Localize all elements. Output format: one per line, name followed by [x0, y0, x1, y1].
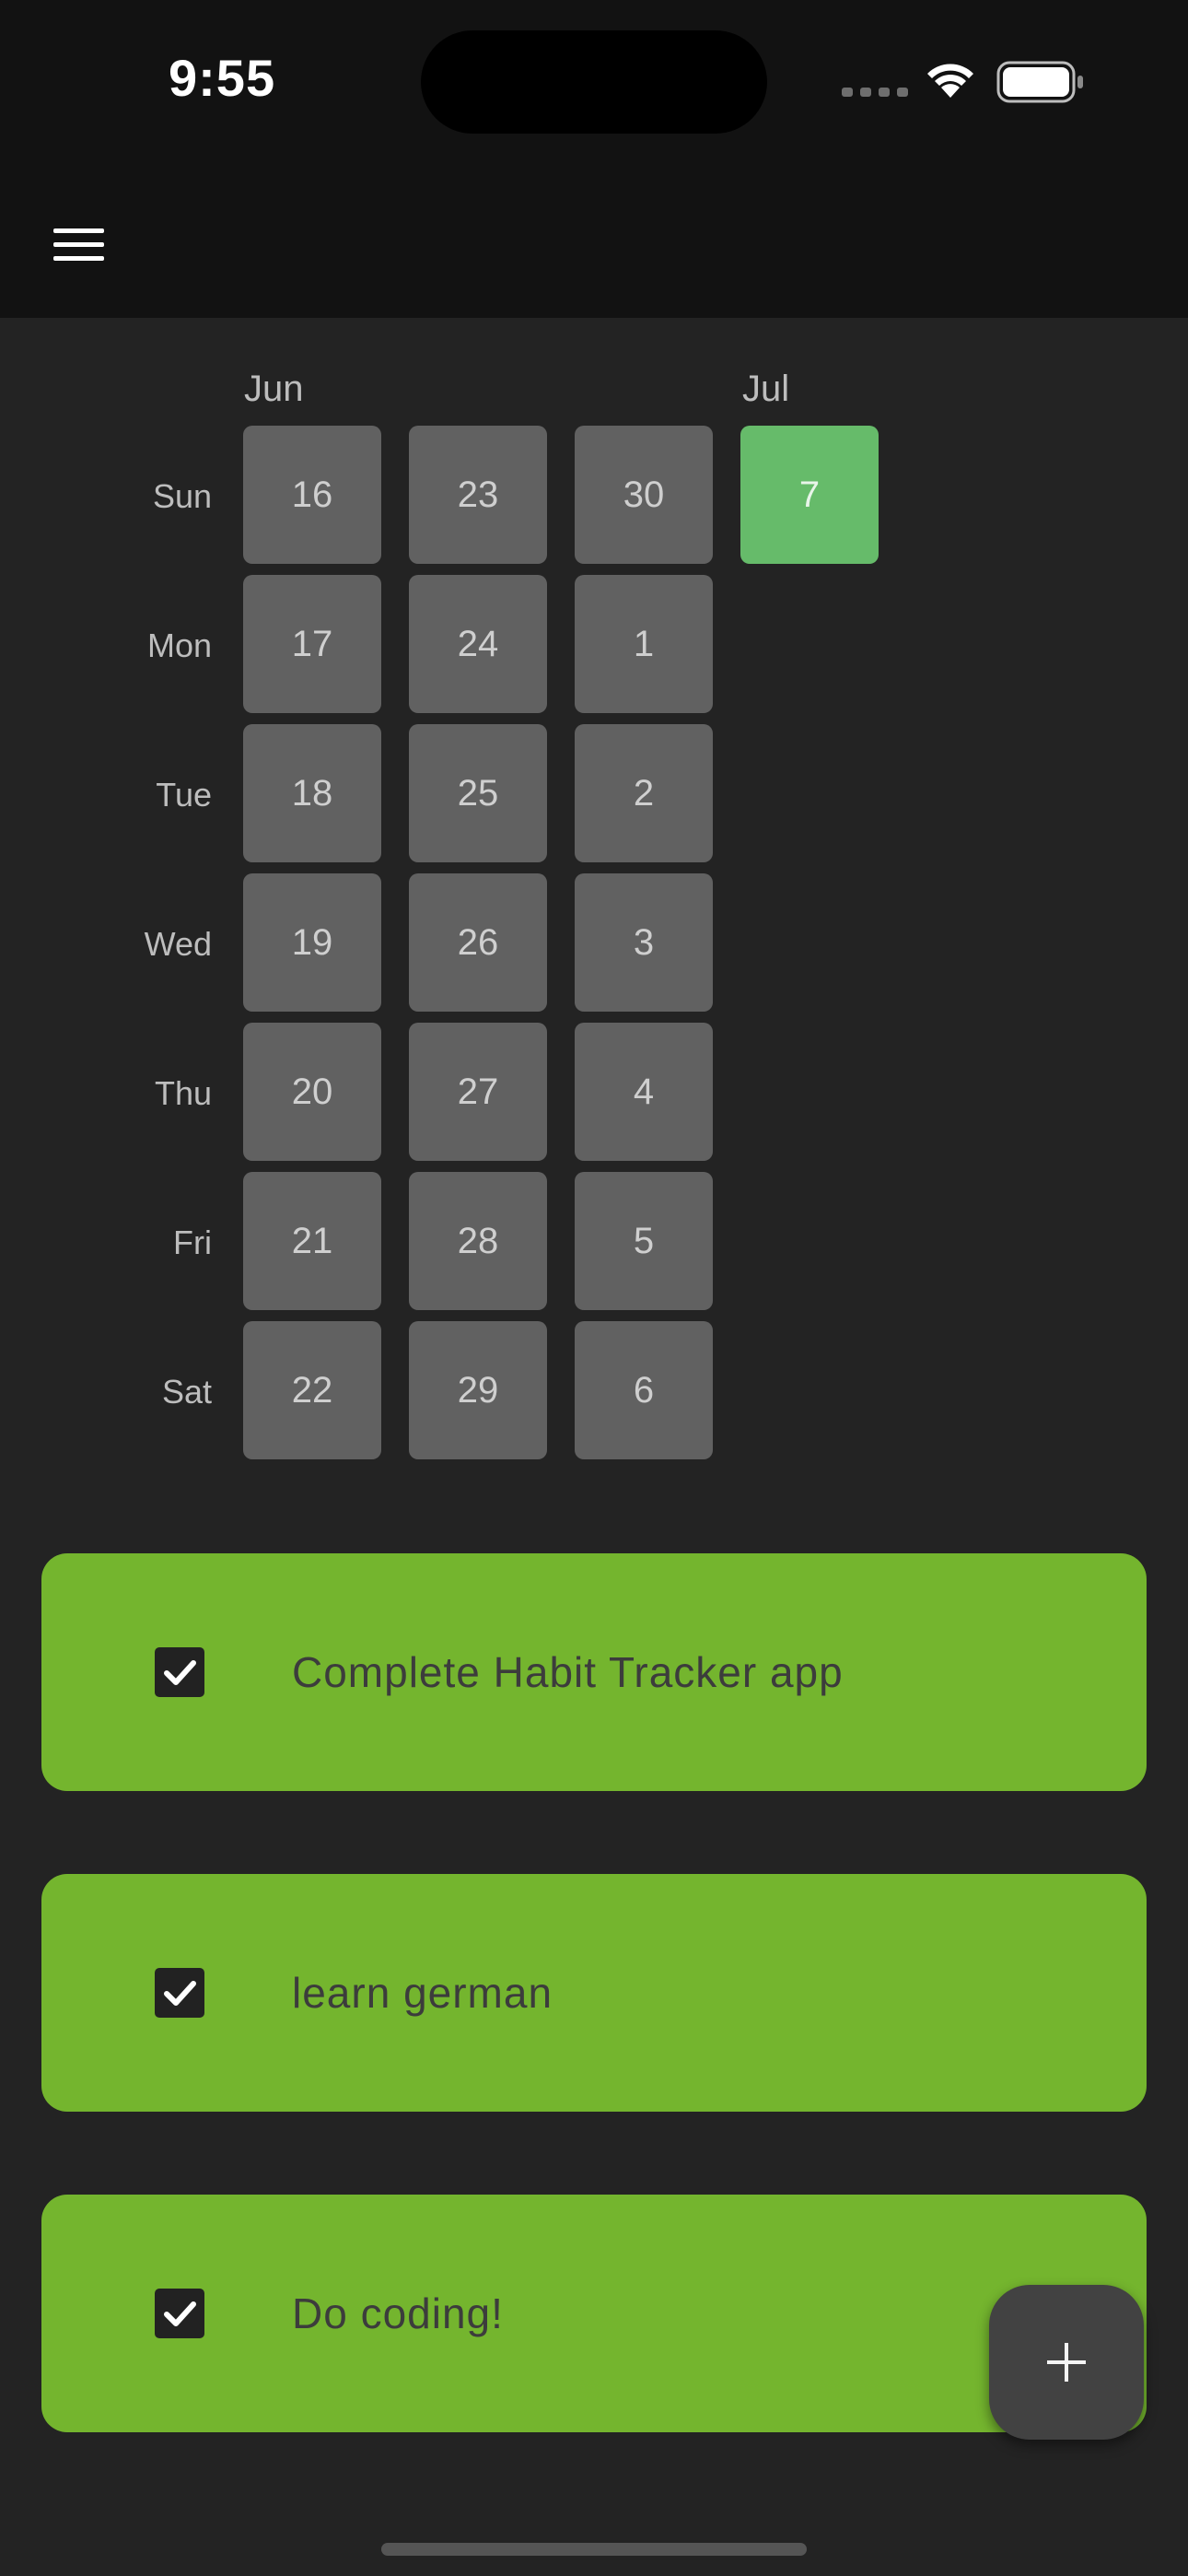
habit-tile[interactable]: Do coding!: [41, 2195, 1147, 2432]
heatmap-day-cell: 7: [740, 426, 879, 564]
check-icon: [164, 1981, 196, 2006]
home-indicator: [381, 2543, 807, 2556]
heatmap-day-cell: 17: [243, 575, 381, 713]
heatmap-day-cell: 16: [243, 426, 381, 564]
battery-icon: [996, 61, 1083, 103]
heatmap-day-cell: 29: [409, 1321, 547, 1459]
habit-name: Complete Habit Tracker app: [292, 1648, 844, 1696]
month-label: Jun: [244, 369, 304, 409]
heatmap-day-cell: 4: [575, 1023, 713, 1161]
signal-icon: [842, 88, 908, 97]
weekday-label: Thu: [154, 1074, 212, 1112]
habit-name: learn german: [292, 1969, 553, 2017]
heatmap-day-cell: 6: [575, 1321, 713, 1459]
status-bar: 9:55: [0, 0, 1188, 157]
habit-name: Do coding!: [292, 2289, 504, 2337]
heatmap-day-cell: 1: [575, 575, 713, 713]
habit-tile[interactable]: learn german: [41, 1874, 1147, 2112]
plus-icon: [1047, 2343, 1086, 2382]
heatmap-day-cell: 28: [409, 1172, 547, 1310]
weekday-label: Fri: [173, 1224, 212, 1261]
heatmap-day-cell: 5: [575, 1172, 713, 1310]
heatmap-day-cell: 24: [409, 575, 547, 713]
habit-checkbox[interactable]: [155, 1647, 204, 1697]
heatmap-day-cell: 26: [409, 873, 547, 1012]
habit-checkbox[interactable]: [155, 1968, 204, 2018]
heatmap-day-cell: 18: [243, 724, 381, 862]
heatmap-day-cell: 25: [409, 724, 547, 862]
month-label: Jul: [742, 369, 790, 409]
weekday-label: Tue: [156, 776, 212, 814]
app-bar: [0, 157, 1188, 318]
weekday-label: Wed: [144, 925, 212, 963]
weekday-label: Mon: [146, 626, 212, 664]
dynamic-island: [421, 30, 767, 134]
heatmap-day-cell: 30: [575, 426, 713, 564]
weekday-label: Sun: [152, 477, 212, 515]
heatmap-day-cell: 22: [243, 1321, 381, 1459]
add-habit-button[interactable]: [989, 2285, 1144, 2440]
wifi-icon: [927, 64, 973, 98]
hamburger-menu-icon: [52, 219, 104, 270]
habit-tile[interactable]: Complete Habit Tracker app: [41, 1553, 1147, 1791]
heatmap-day-cell: 27: [409, 1023, 547, 1161]
check-icon: [164, 2301, 196, 2326]
heatmap-day-cell: 20: [243, 1023, 381, 1161]
menu-button[interactable]: [37, 203, 120, 286]
heatmap-day-cell: 21: [243, 1172, 381, 1310]
heatmap-day-cell: 3: [575, 873, 713, 1012]
status-time: 9:55: [169, 49, 276, 107]
heatmap-day-cell: 2: [575, 724, 713, 862]
heatmap-day-cell: 19: [243, 873, 381, 1012]
heatmap-day-cell: 23: [409, 426, 547, 564]
check-icon: [164, 1660, 196, 1685]
weekday-label: Sat: [161, 1373, 212, 1411]
habit-checkbox[interactable]: [155, 2289, 204, 2338]
